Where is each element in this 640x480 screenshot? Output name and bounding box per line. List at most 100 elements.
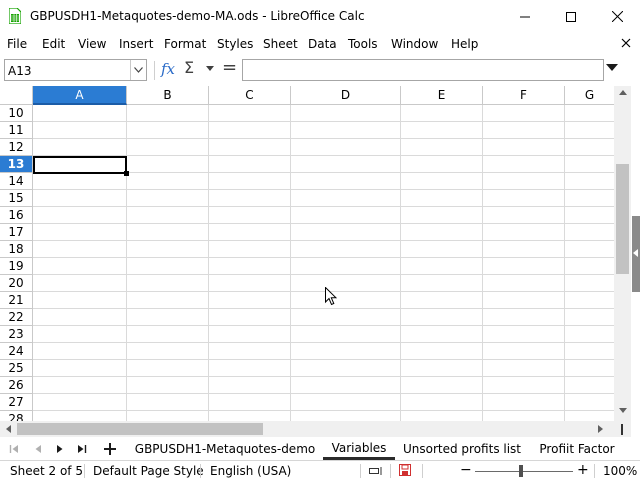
cell-b23[interactable]: [127, 326, 209, 343]
sheet-position-status[interactable]: Sheet 2 of 5: [10, 464, 83, 478]
next-sheet-button[interactable]: [50, 437, 70, 460]
cell-g23[interactable]: [565, 326, 615, 343]
cell-d28[interactable]: [291, 411, 401, 421]
cell-g13[interactable]: [565, 156, 615, 173]
spreadsheet-grid[interactable]: ABCDEFG 10 11 12 13 14 15 16 17 18 19 20 21 22 23 24 25…: [0, 86, 640, 421]
cell-a23[interactable]: [33, 326, 127, 343]
cell-a22[interactable]: [33, 309, 127, 326]
row-header-25[interactable]: 25: [0, 360, 33, 377]
column-header-a[interactable]: A: [33, 86, 127, 105]
row-header-13[interactable]: 13: [0, 156, 33, 173]
cell-d23[interactable]: [291, 326, 401, 343]
cell-a10[interactable]: [33, 105, 127, 122]
cell-f10[interactable]: [483, 105, 565, 122]
cell-f22[interactable]: [483, 309, 565, 326]
horizontal-scrollbar[interactable]: [0, 421, 614, 437]
row-header-12[interactable]: 12: [0, 139, 33, 156]
menu-styles[interactable]: Styles: [217, 37, 253, 51]
cell-e17[interactable]: [401, 224, 483, 241]
sheet-tab-profiit-factor[interactable]: Profiit Factor: [534, 437, 620, 460]
cell-c17[interactable]: [209, 224, 291, 241]
cell-e21[interactable]: [401, 292, 483, 309]
cell-c10[interactable]: [209, 105, 291, 122]
vertical-scrollbar[interactable]: [614, 86, 631, 421]
menu-file[interactable]: File: [7, 37, 27, 51]
cell-g22[interactable]: [565, 309, 615, 326]
cell-e23[interactable]: [401, 326, 483, 343]
cell-d14[interactable]: [291, 173, 401, 190]
maximize-button[interactable]: [548, 0, 594, 33]
row-header-16[interactable]: 16: [0, 207, 33, 224]
cell-d25[interactable]: [291, 360, 401, 377]
cell-e11[interactable]: [401, 122, 483, 139]
minimize-button[interactable]: [502, 0, 548, 33]
menu-sheet[interactable]: Sheet: [263, 37, 298, 51]
selection-mode-icon[interactable]: [369, 466, 383, 476]
cell-b18[interactable]: [127, 241, 209, 258]
cell-c24[interactable]: [209, 343, 291, 360]
cell-a14[interactable]: [33, 173, 127, 190]
cell-b19[interactable]: [127, 258, 209, 275]
cell-a13[interactable]: [33, 156, 127, 173]
cell-g18[interactable]: [565, 241, 615, 258]
cell-a12[interactable]: [33, 139, 127, 156]
cell-g17[interactable]: [565, 224, 615, 241]
cell-b28[interactable]: [127, 411, 209, 421]
cell-b24[interactable]: [127, 343, 209, 360]
cell-d17[interactable]: [291, 224, 401, 241]
cell-c18[interactable]: [209, 241, 291, 258]
zoom-level[interactable]: 100%: [603, 464, 637, 478]
cell-g11[interactable]: [565, 122, 615, 139]
cell-a17[interactable]: [33, 224, 127, 241]
cell-a11[interactable]: [33, 122, 127, 139]
cell-c16[interactable]: [209, 207, 291, 224]
column-header-d[interactable]: D: [291, 86, 401, 105]
cell-d19[interactable]: [291, 258, 401, 275]
scroll-left-icon[interactable]: [6, 425, 11, 433]
cell-d13[interactable]: [291, 156, 401, 173]
cell-f20[interactable]: [483, 275, 565, 292]
language-status[interactable]: English (USA): [210, 464, 291, 478]
cell-b20[interactable]: [127, 275, 209, 292]
cell-e14[interactable]: [401, 173, 483, 190]
cell-g20[interactable]: [565, 275, 615, 292]
cell-g24[interactable]: [565, 343, 615, 360]
row-header-23[interactable]: 23: [0, 326, 33, 343]
previous-sheet-button[interactable]: [28, 437, 48, 460]
cell-g15[interactable]: [565, 190, 615, 207]
cell-g12[interactable]: [565, 139, 615, 156]
zoom-out-button[interactable]: −: [460, 462, 472, 478]
row-header-17[interactable]: 17: [0, 224, 33, 241]
cell-c12[interactable]: [209, 139, 291, 156]
cell-e19[interactable]: [401, 258, 483, 275]
cell-b26[interactable]: [127, 377, 209, 394]
column-header-b[interactable]: B: [127, 86, 209, 105]
cell-b12[interactable]: [127, 139, 209, 156]
cell-e24[interactable]: [401, 343, 483, 360]
cell-d16[interactable]: [291, 207, 401, 224]
cell-e16[interactable]: [401, 207, 483, 224]
zoom-slider-knob[interactable]: [519, 465, 523, 477]
cell-g19[interactable]: [565, 258, 615, 275]
cell-g14[interactable]: [565, 173, 615, 190]
row-header-15[interactable]: 15: [0, 190, 33, 207]
cell-d20[interactable]: [291, 275, 401, 292]
cell-f12[interactable]: [483, 139, 565, 156]
sheet-tab-unsorted-profits-list[interactable]: Unsorted profits list: [401, 437, 523, 460]
add-sheet-button[interactable]: [100, 437, 120, 460]
cell-g25[interactable]: [565, 360, 615, 377]
formula-input[interactable]: [242, 59, 604, 81]
cell-d11[interactable]: [291, 122, 401, 139]
row-header-24[interactable]: 24: [0, 343, 33, 360]
cell-f16[interactable]: [483, 207, 565, 224]
cell-f25[interactable]: [483, 360, 565, 377]
document-modified-icon[interactable]: [399, 464, 411, 476]
column-header-f[interactable]: F: [483, 86, 565, 105]
menu-help[interactable]: Help: [451, 37, 478, 51]
cell-e13[interactable]: [401, 156, 483, 173]
cell-g10[interactable]: [565, 105, 615, 122]
cell-a26[interactable]: [33, 377, 127, 394]
cell-e10[interactable]: [401, 105, 483, 122]
sum-icon[interactable]: Σ: [184, 58, 194, 77]
cell-b11[interactable]: [127, 122, 209, 139]
